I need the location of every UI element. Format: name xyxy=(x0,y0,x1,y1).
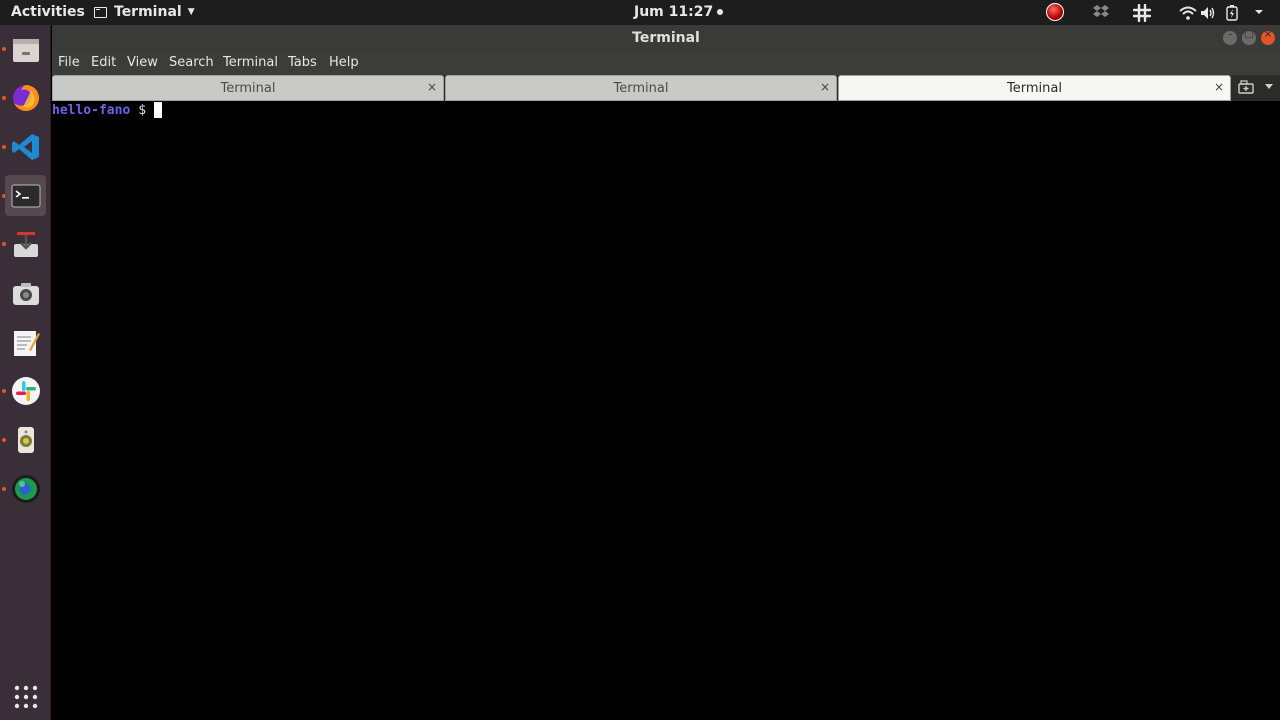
app-menu-label: Terminal xyxy=(114,4,182,20)
terminal-window: Terminal – □ × File Edit View Search Ter… xyxy=(52,25,1280,720)
installer-icon xyxy=(13,231,38,257)
menu-search[interactable]: Search xyxy=(169,55,214,70)
files-icon xyxy=(12,38,39,62)
tabs-dropdown-icon[interactable] xyxy=(1264,83,1274,91)
dock-item-vscode[interactable] xyxy=(5,126,46,167)
maximize-icon: □ xyxy=(1244,29,1254,40)
text-cursor xyxy=(154,102,163,118)
tab-terminal-2[interactable]: Terminal × xyxy=(445,75,837,101)
dropbox-icon[interactable] xyxy=(1092,4,1110,20)
slack-icon xyxy=(11,376,40,405)
top-bar: Activities Terminal ▼ Jum 11:27 xyxy=(0,0,1280,25)
dock-item-screenshot[interactable] xyxy=(5,273,46,314)
tab-close-button[interactable]: × xyxy=(820,80,830,94)
firefox-icon xyxy=(12,84,39,111)
record-icon[interactable] xyxy=(1046,3,1064,21)
wifi-icon[interactable] xyxy=(1179,6,1197,20)
activities-button[interactable]: Activities xyxy=(11,4,85,20)
terminal-content[interactable]: hello-fano $ xyxy=(52,101,1280,720)
dock xyxy=(0,25,51,720)
camera-icon xyxy=(12,282,39,305)
speaker-icon xyxy=(17,426,34,453)
window-title: Terminal xyxy=(632,30,700,46)
prompt-sign: $ xyxy=(138,102,147,118)
tab-label: Terminal xyxy=(613,81,669,96)
vscode-icon xyxy=(11,133,39,160)
caret-down-icon: ▼ xyxy=(187,7,195,17)
menu-edit[interactable]: Edit xyxy=(91,55,116,70)
dock-item-speaker[interactable] xyxy=(5,419,46,460)
battery-icon[interactable] xyxy=(1226,5,1238,21)
notification-dot-icon xyxy=(717,9,724,15)
terminal-icon xyxy=(94,6,107,18)
text-editor-icon xyxy=(13,330,40,356)
slack-tray-icon[interactable] xyxy=(1133,4,1151,22)
close-icon: × xyxy=(1263,29,1273,40)
maximize-button[interactable]: □ xyxy=(1242,29,1256,45)
minimize-icon: – xyxy=(1227,29,1233,40)
dock-item-globe[interactable] xyxy=(5,468,46,509)
dock-item-installer[interactable] xyxy=(5,224,46,265)
volume-icon[interactable] xyxy=(1200,6,1216,20)
tab-bar: Terminal × Terminal × Terminal × xyxy=(52,75,1280,101)
dock-item-text-editor[interactable] xyxy=(5,322,46,363)
terminal-icon xyxy=(11,184,40,207)
prompt-host: hello-fano xyxy=(52,102,131,118)
caret-down-icon[interactable] xyxy=(1254,7,1264,17)
close-button[interactable]: × xyxy=(1261,29,1275,45)
clock-label: Jum 11:27 xyxy=(634,4,714,20)
title-bar[interactable]: Terminal – □ × xyxy=(52,25,1280,51)
tab-label: Terminal xyxy=(220,81,276,96)
menu-bar: File Edit View Search Terminal Tabs Help xyxy=(52,51,1280,75)
dock-item-files[interactable] xyxy=(5,29,46,70)
minimize-button[interactable]: – xyxy=(1223,29,1237,45)
dock-item-terminal[interactable] xyxy=(5,175,46,216)
app-menu[interactable]: Terminal ▼ xyxy=(94,4,195,20)
tab-label: Terminal xyxy=(1007,81,1062,96)
tab-close-button[interactable]: × xyxy=(1214,80,1224,94)
tab-terminal-3[interactable]: Terminal × xyxy=(838,75,1231,101)
dock-item-slack[interactable] xyxy=(5,370,46,411)
dock-item-firefox[interactable] xyxy=(5,77,46,118)
menu-view[interactable]: View xyxy=(127,55,158,70)
tab-close-button[interactable]: × xyxy=(427,80,437,94)
tab-terminal-1[interactable]: Terminal × xyxy=(52,75,444,101)
menu-file[interactable]: File xyxy=(58,55,80,70)
menu-tabs[interactable]: Tabs xyxy=(288,55,317,70)
clock[interactable]: Jum 11:27 xyxy=(634,4,724,20)
globe-icon xyxy=(11,474,40,503)
menu-terminal[interactable]: Terminal xyxy=(223,55,278,70)
new-tab-icon[interactable] xyxy=(1238,80,1254,94)
menu-help[interactable]: Help xyxy=(329,55,359,70)
prompt-line: hello-fano $ xyxy=(52,102,163,118)
show-applications-icon[interactable] xyxy=(13,684,39,710)
